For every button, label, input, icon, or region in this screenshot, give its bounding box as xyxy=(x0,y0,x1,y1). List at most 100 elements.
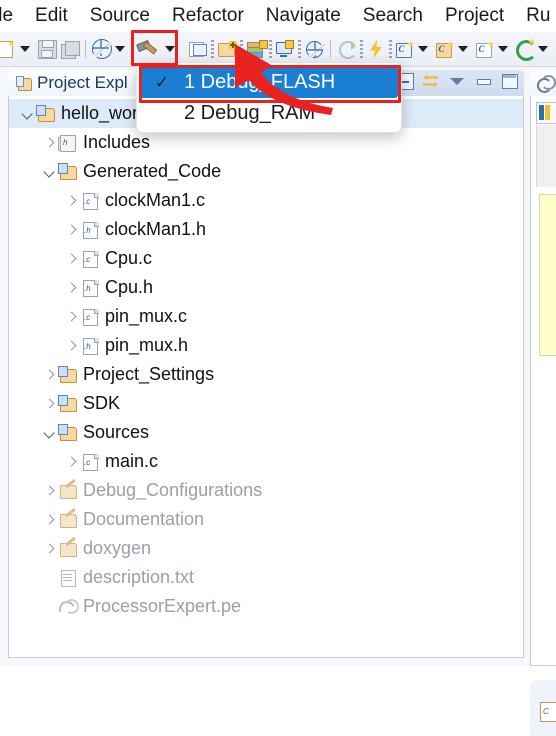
c-file-icon: .c xyxy=(80,308,99,326)
dim-folder-icon xyxy=(58,507,77,528)
tree-item[interactable]: .c clockMan1.c xyxy=(9,186,523,215)
chevron-right-icon[interactable] xyxy=(41,541,57,557)
chevron-right-icon[interactable] xyxy=(41,483,57,499)
tree-item[interactable]: ProcessorExpert.pe xyxy=(9,592,523,621)
build-configuration-menu[interactable]: ✓ 1 Debug_FLASH 2 Debug_RAM xyxy=(136,62,402,133)
save-all-button[interactable] xyxy=(58,36,80,62)
chevron-down-icon[interactable] xyxy=(163,38,177,60)
refresh-button[interactable] xyxy=(336,36,358,62)
tree-item[interactable]: Documentation xyxy=(9,505,523,534)
chevron-right-icon[interactable] xyxy=(63,222,79,238)
skip-breakpoints-button[interactable] xyxy=(303,36,326,62)
tree-item-label: clockMan1.c xyxy=(105,190,206,210)
tree-item[interactable]: Sources xyxy=(9,418,523,447)
menu-item-debug-flash[interactable]: ✓ 1 Debug_FLASH xyxy=(140,67,398,98)
chevron-right-icon[interactable] xyxy=(63,193,79,209)
toolbar-separator xyxy=(330,40,331,58)
chevron-right-icon[interactable] xyxy=(41,367,57,383)
menu-item-debug-ram[interactable]: 2 Debug_RAM xyxy=(140,98,398,129)
chevron-right-icon[interactable] xyxy=(63,280,79,296)
link-editor-icon[interactable] xyxy=(423,73,440,90)
tree-item[interactable]: .h pin_mux.h xyxy=(9,331,523,360)
tree-item-label: SDK xyxy=(83,393,121,413)
tree-item-label: description.txt xyxy=(83,567,195,587)
chevron-down-icon[interactable] xyxy=(18,38,32,60)
chevron-right-icon[interactable] xyxy=(63,338,79,354)
tree-item[interactable]: .c main.c xyxy=(9,447,523,476)
chevron-down-icon[interactable] xyxy=(41,425,57,441)
new-folder-icon xyxy=(216,38,238,60)
chevron-down-icon[interactable] xyxy=(416,38,430,60)
tree-item[interactable]: SDK xyxy=(9,389,523,418)
chevron-right-icon[interactable] xyxy=(63,251,79,267)
tree-item[interactable]: .c Cpu.c xyxy=(9,244,523,273)
chevron-right-icon[interactable] xyxy=(41,396,57,412)
new-page-button[interactable] xyxy=(187,36,209,62)
tree-item[interactable]: Generated_Code xyxy=(9,157,523,186)
refresh-icon xyxy=(336,38,358,60)
tree-item-label: pin_mux.h xyxy=(105,335,189,355)
new-c-project-button[interactable]: C xyxy=(394,36,430,62)
tree-item[interactable]: .h clockMan1.h xyxy=(9,215,523,244)
chevron-down-icon[interactable] xyxy=(536,38,550,60)
chevron-down-icon[interactable] xyxy=(19,106,35,122)
menu-item-file[interactable]: ile xyxy=(0,0,24,32)
text-file-icon xyxy=(58,569,77,587)
dim-folder-icon xyxy=(58,478,77,499)
new-folder-button[interactable] xyxy=(216,36,238,62)
editor-tab[interactable] xyxy=(530,70,556,96)
toolbar-dotted-separator xyxy=(298,40,301,58)
project-tree[interactable]: hello_wor h Includes Generated_Code .c clockM… xyxy=(8,96,524,658)
source-folder-icon xyxy=(58,163,77,180)
new-file-icon xyxy=(0,38,18,60)
menu-item-search[interactable]: Search xyxy=(352,0,434,32)
tree-item[interactable]: doxygen xyxy=(9,534,523,563)
toolbar-dotted-separator xyxy=(269,40,272,58)
debug-globe-icon xyxy=(91,38,113,60)
chevron-down-icon[interactable] xyxy=(41,164,57,180)
maximize-icon[interactable] xyxy=(501,73,518,90)
menu-item-refactor[interactable]: Refactor xyxy=(161,0,255,32)
toolbar-dotted-separator xyxy=(240,40,243,58)
minimize-icon[interactable] xyxy=(475,73,492,90)
save-all-icon xyxy=(58,38,80,60)
chevron-down-icon[interactable] xyxy=(456,38,470,60)
menu-item-project[interactable]: Project xyxy=(434,0,515,32)
new-screen-button[interactable] xyxy=(274,36,296,62)
chevron-down-icon[interactable] xyxy=(449,73,466,90)
new-target-button[interactable] xyxy=(514,36,550,62)
menu-item-source[interactable]: Source xyxy=(79,0,161,32)
debug-button[interactable] xyxy=(91,36,127,62)
menu-item-navigate[interactable]: Navigate xyxy=(255,0,352,32)
includes-icon: h xyxy=(58,134,77,152)
toolbar-dotted-separator xyxy=(360,40,363,58)
c-file-icon: .c xyxy=(80,192,99,210)
chevron-right-icon[interactable] xyxy=(41,135,57,151)
tree-item[interactable]: .h Cpu.h xyxy=(9,273,523,302)
tree-item[interactable]: Project_Settings xyxy=(9,360,523,389)
editor-lower-panel: C xyxy=(530,680,556,736)
project-explorer-view: Project Expl hello_wor h Includes Generated… xyxy=(8,70,524,658)
h-file-icon: .h xyxy=(80,337,99,355)
new-stack-button[interactable] xyxy=(245,36,268,62)
build-button[interactable] xyxy=(135,36,177,62)
tree-item[interactable]: .c pin_mux.c xyxy=(9,302,523,331)
processor-expert-icon xyxy=(536,75,556,93)
new-c-file-button[interactable]: C xyxy=(474,36,510,62)
tree-item[interactable]: Debug_Configurations xyxy=(9,476,523,505)
c-project-icon: C xyxy=(394,38,416,60)
menu-item-edit[interactable]: Edit xyxy=(24,0,79,32)
editor-body[interactable] xyxy=(530,96,556,666)
save-button[interactable] xyxy=(36,36,58,62)
chevron-right-icon[interactable] xyxy=(41,512,57,528)
chevron-down-icon[interactable] xyxy=(113,38,127,60)
run-button[interactable] xyxy=(365,36,387,62)
chevron-down-icon[interactable] xyxy=(496,38,510,60)
chevron-right-icon[interactable] xyxy=(63,454,79,470)
menu-item-run[interactable]: Ru xyxy=(515,0,556,32)
view-toolbar xyxy=(397,73,518,90)
new-file-button[interactable] xyxy=(0,36,32,62)
new-c-folder-button[interactable]: C xyxy=(434,36,470,62)
tree-item[interactable]: description.txt xyxy=(9,563,523,592)
chevron-right-icon[interactable] xyxy=(63,309,79,325)
